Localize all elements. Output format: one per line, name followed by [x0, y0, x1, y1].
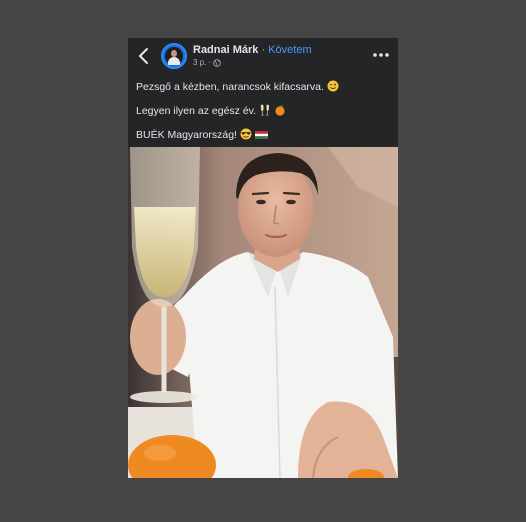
follow-button[interactable]: Követem: [268, 44, 311, 56]
post-card: Radnai Márk · Követem 3 p. · Pezsgő a ké…: [128, 38, 398, 478]
author-line: Radnai Márk · Követem: [193, 44, 312, 56]
post-meta: 3 p. ·: [193, 58, 221, 67]
avatar[interactable]: [161, 43, 187, 69]
post-line-3: BUÉK Magyarország!: [136, 128, 391, 142]
chevron-left-icon[interactable]: [136, 46, 152, 66]
author-name[interactable]: Radnai Márk: [193, 44, 258, 56]
post-line-2: Legyen ilyen az egész év.: [136, 104, 391, 118]
clinking-glasses-emoji: [260, 104, 270, 116]
hungary-flag-emoji: [254, 131, 268, 139]
post-time[interactable]: 3 p.: [193, 58, 206, 67]
more-horizontal-icon[interactable]: [371, 47, 391, 63]
tangerine-emoji: [275, 105, 285, 116]
post-line-1: Pezsgő a kézben, narancsok kifacsarva.: [136, 80, 391, 94]
meta-dot: ·: [208, 58, 212, 67]
post-photo[interactable]: [128, 147, 398, 478]
post-header: Radnai Márk · Követem 3 p. ·: [128, 38, 398, 74]
smiling-face-with-sunglasses-emoji: [240, 128, 252, 140]
separator-dot: ·: [261, 44, 266, 56]
winking-face-emoji: [327, 80, 339, 92]
globe-icon: [213, 58, 221, 67]
post-text: Pezsgő a kézben, narancsok kifacsarva. L…: [136, 80, 391, 152]
